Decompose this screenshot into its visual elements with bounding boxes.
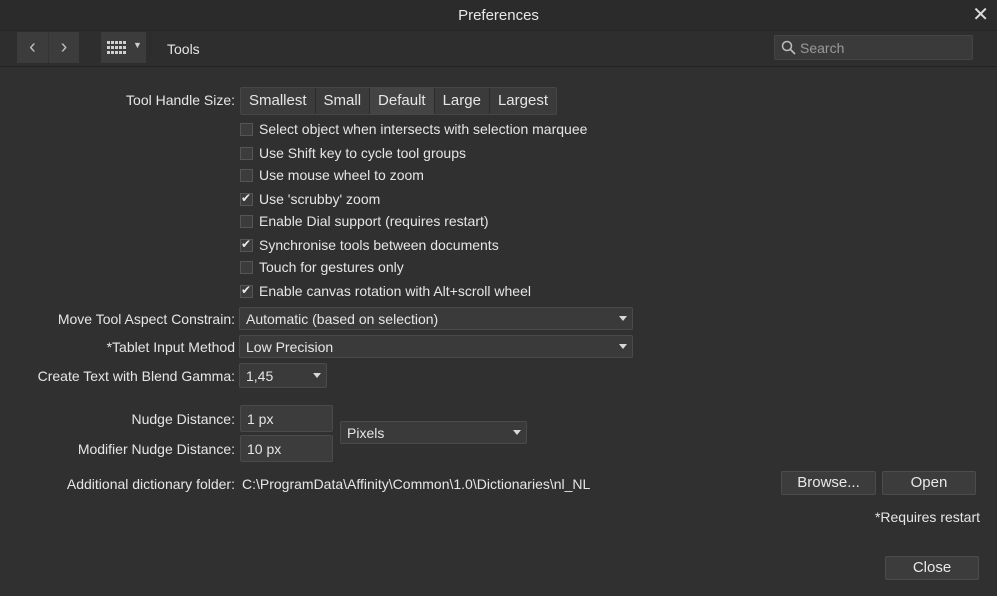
checkbox-checked[interactable] <box>240 283 253 298</box>
chevron-down-icon <box>619 344 627 349</box>
checkbox-row[interactable]: Use mouse wheel to zoom <box>240 166 424 184</box>
grid-icon <box>107 41 126 54</box>
modifier-nudge-field[interactable]: 10 px <box>240 435 333 462</box>
chevron-down-icon <box>313 373 321 378</box>
chevron-down-icon <box>513 430 521 435</box>
checkbox-row[interactable]: Touch for gestures only <box>240 258 404 276</box>
checkbox-row[interactable]: Synchronise tools between documents <box>240 236 499 254</box>
checkbox-label: Enable Dial support (requires restart) <box>259 213 489 229</box>
modifier-nudge-label: Modifier Nudge Distance: <box>77 441 235 457</box>
dictionary-folder-path: C:\ProgramData\Affinity\Common\1.0\Dicti… <box>242 476 591 492</box>
checkbox-label: Use 'scrubby' zoom <box>259 191 381 207</box>
checkbox[interactable] <box>240 260 253 274</box>
checkbox-row[interactable]: Enable Dial support (requires restart) <box>240 212 489 230</box>
section-title: Tools <box>167 41 200 57</box>
checkbox-row[interactable]: Use Shift key to cycle tool groups <box>240 144 466 162</box>
checkbox-label: Enable canvas rotation with Alt+scroll w… <box>259 283 531 299</box>
nudge-distance-label: Nudge Distance: <box>131 411 235 427</box>
move-tool-aspect-label: Move Tool Aspect Constrain: <box>57 311 235 327</box>
search-input[interactable] <box>800 38 965 57</box>
title-bar: Preferences ✕ <box>0 0 997 31</box>
checkbox-row[interactable]: Enable canvas rotation with Alt+scroll w… <box>240 282 531 300</box>
units-value: Pixels <box>347 425 385 441</box>
blend-gamma-value: 1,45 <box>246 368 274 384</box>
toolbar: ‹ › ▼ Tools <box>0 31 997 67</box>
checkbox[interactable] <box>240 146 253 160</box>
blend-gamma-dropdown[interactable]: 1,45 <box>239 363 327 388</box>
tablet-input-value: Low Precision <box>246 339 334 355</box>
checkbox-label: Touch for gestures only <box>259 259 404 275</box>
checkbox-row[interactable]: Select object when intersects with selec… <box>240 120 587 138</box>
dictionary-folder-label: Additional dictionary folder: <box>66 476 235 492</box>
close-button[interactable]: Close <box>885 556 979 580</box>
checkbox-label: Use mouse wheel to zoom <box>259 167 424 183</box>
move-tool-aspect-dropdown[interactable]: Automatic (based on selection) <box>239 307 633 330</box>
open-button[interactable]: Open <box>882 471 976 495</box>
search-icon <box>781 40 796 55</box>
handle-size-largest[interactable]: Largest <box>490 88 556 114</box>
nudge-distance-field[interactable]: 1 px <box>240 405 333 432</box>
checkbox[interactable] <box>240 122 253 136</box>
handle-size-default[interactable]: Default <box>370 88 435 114</box>
close-icon[interactable]: ✕ <box>972 4 989 26</box>
search-box[interactable] <box>774 35 973 60</box>
checkbox[interactable] <box>240 168 253 182</box>
tablet-input-dropdown[interactable]: Low Precision <box>239 335 633 358</box>
chevron-down-icon: ▼ <box>133 40 142 50</box>
window-title: Preferences <box>458 7 539 24</box>
checkbox-label: Synchronise tools between documents <box>259 237 499 253</box>
forward-button[interactable]: › <box>48 32 79 63</box>
tool-handle-size-label: Tool Handle Size: <box>126 92 235 108</box>
checkbox-label: Select object when intersects with selec… <box>259 121 588 137</box>
checkbox-label: Use Shift key to cycle tool groups <box>259 145 466 161</box>
handle-size-small[interactable]: Small <box>316 88 371 114</box>
back-button[interactable]: ‹ <box>17 32 48 63</box>
section-grid-button[interactable]: ▼ <box>101 32 146 63</box>
move-tool-aspect-value: Automatic (based on selection) <box>246 311 439 327</box>
chevron-left-icon: ‹ <box>29 36 36 58</box>
handle-size-smallest[interactable]: Smallest <box>241 88 316 114</box>
browse-button[interactable]: Browse... <box>781 471 876 495</box>
modifier-nudge-value: 10 px <box>247 441 282 457</box>
checkbox-row[interactable]: Use 'scrubby' zoom <box>240 190 380 208</box>
units-dropdown[interactable]: Pixels <box>340 421 527 444</box>
chevron-right-icon: › <box>60 36 68 58</box>
checkbox-checked[interactable] <box>240 191 253 206</box>
nudge-distance-value: 1 px <box>247 411 274 427</box>
requires-restart-note: *Requires restart <box>874 509 980 525</box>
tablet-input-label: *Tablet Input Method <box>106 339 235 355</box>
tool-handle-size-segmented: Smallest Small Default Large Largest <box>240 87 557 115</box>
blend-gamma-label: Create Text with Blend Gamma: <box>37 368 235 384</box>
checkbox[interactable] <box>240 214 253 228</box>
chevron-down-icon <box>619 316 627 321</box>
handle-size-large[interactable]: Large <box>435 88 490 114</box>
checkbox-checked[interactable] <box>240 237 253 252</box>
